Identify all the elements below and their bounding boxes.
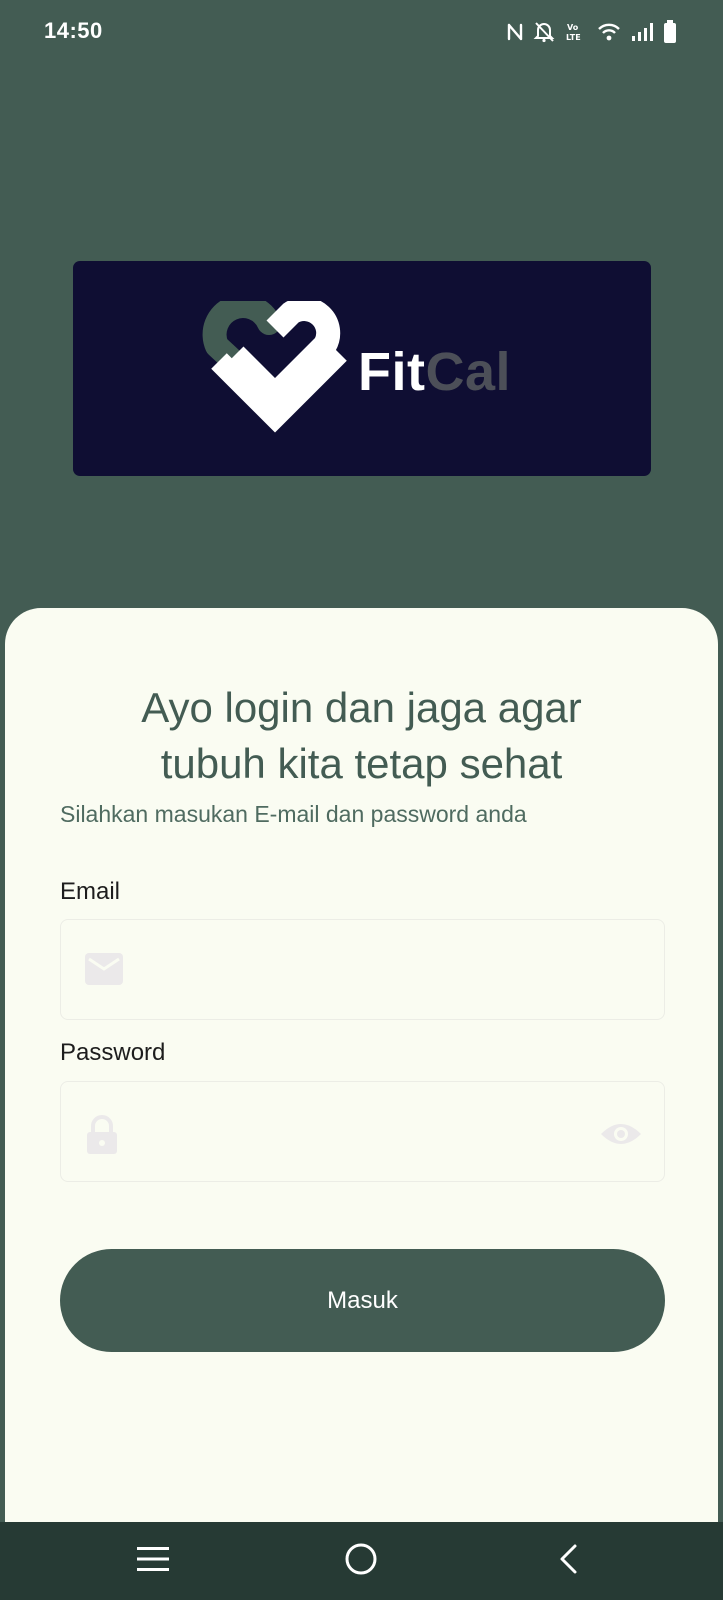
eye-icon[interactable] xyxy=(600,1120,642,1153)
password-input[interactable] xyxy=(141,1082,584,1181)
headline-line-2: tubuh kita tetap sehat xyxy=(160,740,563,787)
mail-icon xyxy=(85,953,123,990)
nfc-icon xyxy=(507,22,523,42)
email-field[interactable] xyxy=(60,919,665,1020)
lock-icon xyxy=(85,1115,119,1160)
status-icons: Vo LTE xyxy=(507,18,677,46)
login-button[interactable]: Masuk xyxy=(60,1249,665,1352)
recent-apps-button[interactable] xyxy=(93,1522,213,1600)
password-label: Password xyxy=(60,1039,166,1066)
login-subtitle: Silahkan masukan E-mail dan password and… xyxy=(60,801,527,827)
login-headline: Ayo login dan jaga agar tubuh kita tetap… xyxy=(5,680,718,792)
login-screen: 14:50 Vo LTE FitCal Ayo login dan jaga a… xyxy=(0,0,723,1600)
heart-check-logo-icon xyxy=(199,294,359,446)
bell-off-icon xyxy=(533,21,555,43)
navigation-bar xyxy=(0,1522,723,1600)
email-input[interactable] xyxy=(141,920,584,1019)
status-bar: 14:50 Vo LTE xyxy=(0,0,723,66)
email-label: Email xyxy=(60,878,121,905)
logo-wordmark: FitCal xyxy=(358,341,511,403)
back-icon xyxy=(557,1543,581,1580)
headline-line-1: Ayo login dan jaga agar xyxy=(141,684,582,731)
battery-icon xyxy=(663,20,677,44)
logo-word-fit: Fit xyxy=(358,342,426,402)
status-time: 14:50 xyxy=(44,18,103,43)
password-field[interactable] xyxy=(60,1081,665,1182)
signal-icon xyxy=(631,22,653,42)
menu-icon xyxy=(136,1545,170,1578)
home-icon xyxy=(344,1542,378,1581)
svg-text:LTE: LTE xyxy=(566,33,581,42)
volte-icon: Vo LTE xyxy=(565,21,587,43)
logo-banner: FitCal xyxy=(73,261,651,476)
wifi-icon xyxy=(597,22,621,42)
home-button[interactable] xyxy=(301,1522,421,1600)
login-card: Ayo login dan jaga agar tubuh kita tetap… xyxy=(5,608,718,1538)
logo-word-cal: Cal xyxy=(425,342,512,402)
back-button[interactable] xyxy=(509,1522,629,1600)
svg-text:Vo: Vo xyxy=(567,23,579,32)
